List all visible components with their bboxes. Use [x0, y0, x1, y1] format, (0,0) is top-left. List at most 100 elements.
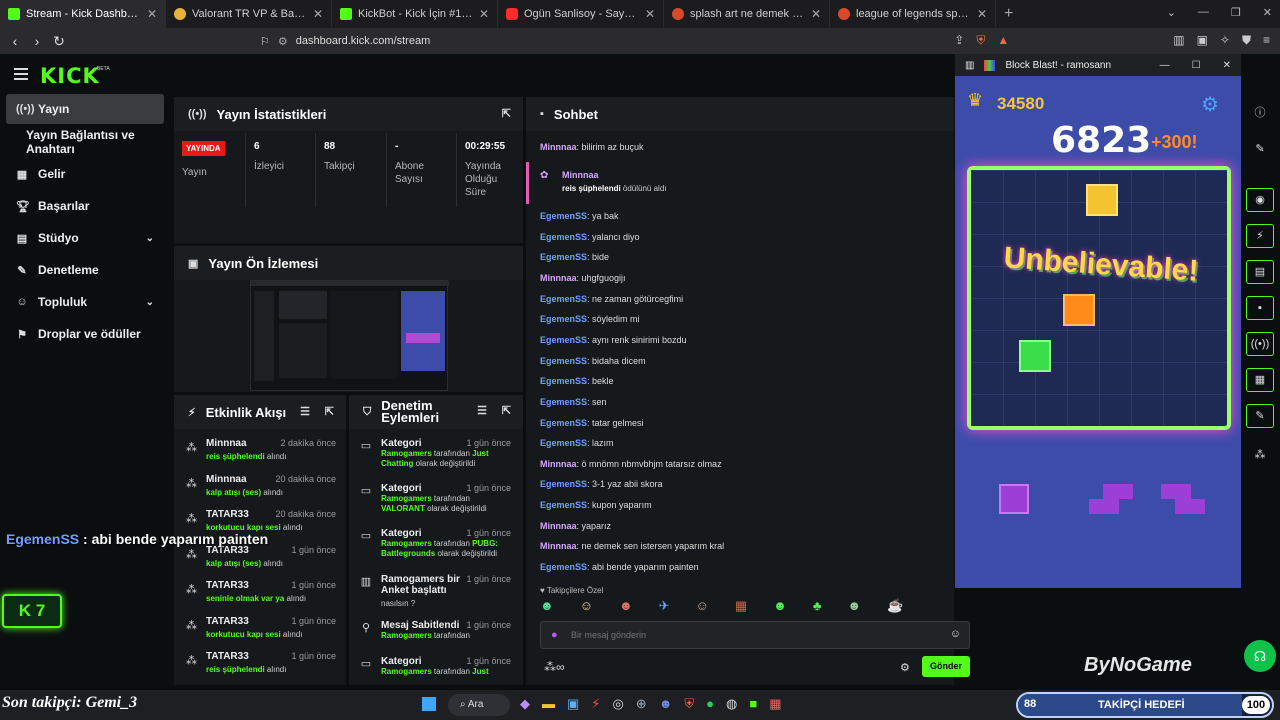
filter-icon[interactable]: ☰: [300, 405, 310, 418]
chevron-down-icon[interactable]: ⌄: [1167, 6, 1176, 19]
url-text[interactable]: dashboard.kick.com/stream: [296, 35, 431, 47]
edit-icon[interactable]: ✎: [1246, 138, 1274, 162]
chat-username[interactable]: EgemenSS: [540, 397, 587, 407]
kick-logo[interactable]: KICK: [40, 64, 100, 88]
photos-icon[interactable]: ▣: [567, 696, 579, 712]
chat-username[interactable]: EgemenSS: [540, 500, 587, 510]
chat-username[interactable]: Minnnaa: [540, 521, 577, 531]
chat-username[interactable]: EgemenSS: [540, 335, 587, 345]
reward-user[interactable]: Minnnaa: [562, 170, 599, 180]
chat-input[interactable]: [571, 627, 941, 643]
forward-icon[interactable]: ›: [26, 33, 48, 49]
close-icon[interactable]: ✕: [1223, 60, 1231, 71]
piece-z[interactable]: [1161, 484, 1205, 514]
url-field[interactable]: ⚐ ⚙ dashboard.kick.com/stream: [260, 31, 1000, 51]
chat-username[interactable]: EgemenSS: [540, 479, 587, 489]
hamburger-menu-icon[interactable]: [14, 68, 28, 80]
site-info-icon[interactable]: ⚙: [278, 35, 288, 48]
brave-icon[interactable]: ⛨: [684, 696, 694, 712]
community-icon[interactable]: ⁂: [1246, 444, 1274, 468]
browser-tab[interactable]: splash art ne demek - Brave Search ✕: [664, 0, 830, 28]
menu-icon[interactable]: ≡: [1263, 33, 1270, 48]
chat-settings-icon[interactable]: ⚙: [900, 661, 910, 674]
sidebar-item-yayin[interactable]: ((•)) Yayın: [6, 94, 164, 124]
browser-tab[interactable]: Valorant TR VP & Battle Pass Satın Al ✕: [166, 0, 332, 28]
share-icon[interactable]: ⇪: [954, 33, 964, 48]
sidebar-item-denetleme[interactable]: ✎ Denetleme: [6, 255, 164, 285]
layout-icon[interactable]: ▦: [1246, 368, 1274, 392]
game-settings-icon[interactable]: ⚙: [1201, 92, 1219, 117]
chat-username[interactable]: EgemenSS: [540, 232, 587, 242]
emoji-icon[interactable]: ☺: [950, 628, 961, 640]
piece-square[interactable]: [999, 484, 1029, 514]
activity-user[interactable]: TATAR33: [206, 651, 249, 662]
lightning-icon[interactable]: ⚡︎: [1246, 224, 1274, 248]
emote-icon[interactable]: ☺: [696, 598, 709, 618]
close-tab-icon[interactable]: ✕: [313, 7, 323, 21]
moderator-name[interactable]: Ramogamers: [381, 631, 432, 640]
taskbar-search[interactable]: ⌕ Ara: [448, 694, 510, 716]
emote-icon[interactable]: ✈: [659, 598, 670, 618]
close-tab-icon[interactable]: ✕: [479, 7, 489, 21]
windows-start-icon[interactable]: [422, 697, 436, 711]
browser-tab[interactable]: Stream - Kick Dashboard ✕: [0, 0, 166, 28]
vpn-icon[interactable]: ⛊: [1242, 33, 1251, 48]
reload-icon[interactable]: ↻: [48, 33, 70, 50]
maximize-icon[interactable]: ❐: [1231, 6, 1241, 19]
popout-icon[interactable]: ⇱: [502, 107, 511, 120]
popout-icon[interactable]: ⇱: [325, 405, 334, 418]
emote-icon[interactable]: ☺: [580, 598, 593, 618]
moderator-name[interactable]: Ramogamers: [381, 667, 432, 676]
minimize-icon[interactable]: —: [1198, 6, 1209, 19]
browser-tab[interactable]: Ogün Sanlisoy - Saydim - YouTube ✕: [498, 0, 664, 28]
activity-user[interactable]: TATAR33: [206, 509, 249, 520]
chat-username[interactable]: EgemenSS: [540, 252, 587, 262]
moderator-name[interactable]: Ramogamers: [381, 494, 432, 503]
broadcast-icon[interactable]: ((•)): [1246, 332, 1274, 356]
moderator-name[interactable]: Ramogamers: [381, 539, 432, 548]
bookmark-icon[interactable]: ⚐: [260, 35, 270, 48]
notes-icon[interactable]: ▤: [1246, 260, 1274, 284]
new-tab-button[interactable]: +: [996, 5, 1021, 23]
brave-shield-icon[interactable]: ⛨: [976, 33, 985, 48]
browser-tab[interactable]: KickBot - Kick İçin #1 Bot | Sohbet, B ✕: [332, 0, 498, 28]
kickbot-icon[interactable]: ■: [749, 696, 757, 712]
activity-user[interactable]: Minnnaa: [206, 474, 247, 485]
chat-username[interactable]: Minnnaa: [540, 142, 577, 152]
preview-video[interactable]: [250, 280, 449, 391]
filter-icon[interactable]: ☰: [477, 405, 487, 417]
chat-username[interactable]: EgemenSS: [540, 314, 587, 324]
chat-username[interactable]: EgemenSS: [540, 356, 587, 366]
sidebar-item-topluluk[interactable]: ☺ Topluluk ⌄: [6, 287, 164, 317]
discord-icon[interactable]: ☻: [659, 696, 673, 712]
chat-username[interactable]: Minnnaa: [540, 459, 577, 469]
chat-bubble-icon[interactable]: ▪: [1246, 296, 1274, 320]
maximize-icon[interactable]: ☐: [1192, 60, 1201, 71]
emote-icon[interactable]: ☻: [619, 598, 633, 618]
popout-icon[interactable]: ⇱: [502, 405, 511, 417]
copilot-icon[interactable]: ◆: [520, 696, 530, 712]
activity-user[interactable]: Minnnaa: [206, 438, 247, 449]
wrench-icon[interactable]: ✎: [1246, 404, 1274, 428]
brave-rewards-icon[interactable]: ▲: [997, 33, 1009, 48]
microphone-icon[interactable]: ●: [551, 629, 558, 641]
back-icon[interactable]: ‹: [4, 33, 26, 49]
emote-icon[interactable]: ☕: [887, 598, 903, 618]
emote-icon[interactable]: ▦: [735, 598, 747, 618]
leo-icon[interactable]: ✧: [1220, 33, 1230, 48]
chat-username[interactable]: EgemenSS: [540, 438, 587, 448]
game-app-icon[interactable]: ▦: [769, 696, 781, 712]
close-tab-icon[interactable]: ✕: [977, 7, 987, 21]
close-tab-icon[interactable]: ✕: [645, 7, 655, 21]
emote-icon[interactable]: ☻: [847, 598, 861, 618]
steam-icon[interactable]: ⊕: [636, 696, 647, 712]
close-tab-icon[interactable]: ✕: [147, 7, 157, 21]
sidebar-toggle-icon[interactable]: ▥: [1173, 33, 1184, 48]
activity-user[interactable]: TATAR33: [206, 580, 249, 591]
points-icon[interactable]: ⁂∞: [544, 660, 565, 674]
file-explorer-icon[interactable]: ▬: [542, 696, 555, 712]
chat-username[interactable]: EgemenSS: [540, 562, 587, 572]
browser-tab[interactable]: league of legends splash art - Brave ✕: [830, 0, 996, 28]
obs-icon[interactable]: ◎: [612, 696, 623, 712]
sidebar-item-stream-key[interactable]: Yayın Bağlantısı ve Anahtarı: [6, 127, 176, 157]
